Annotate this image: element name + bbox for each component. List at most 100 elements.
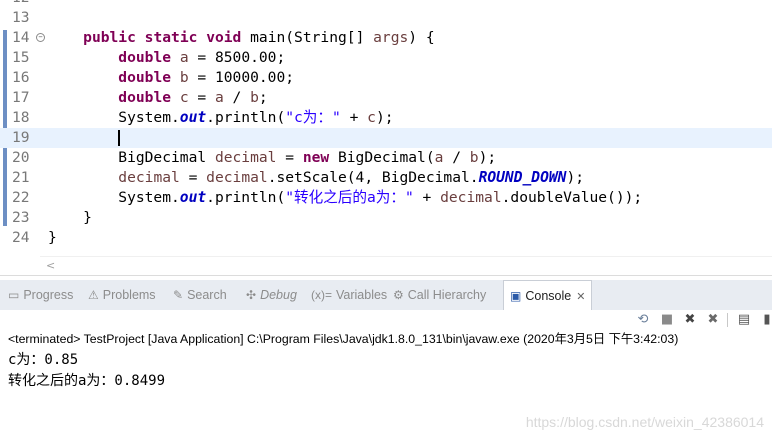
token-localvar: b: [469, 149, 479, 166]
console-output-line: c为：0.85: [8, 352, 79, 368]
code-line[interactable]: 12: [0, 0, 772, 8]
fold-toggle-icon[interactable]: −: [36, 33, 45, 42]
code-line[interactable]: 17 double c = a / b;: [0, 88, 772, 108]
token-localvar: decimal: [206, 169, 268, 186]
token-localvar: a: [179, 49, 189, 66]
tab-search[interactable]: ✎ Search: [173, 280, 227, 310]
token-localvar: decimal: [440, 189, 502, 206]
token-localvar: args: [373, 29, 409, 46]
line-number: 18: [12, 109, 30, 126]
code-text[interactable]: }: [48, 228, 57, 248]
editor-horizontal-scrollbar[interactable]: <: [40, 256, 772, 275]
console-icon: ▣: [510, 289, 522, 303]
code-text[interactable]: }: [48, 208, 92, 228]
token-localvar: decimal: [214, 149, 277, 166]
line-number: 17: [12, 89, 30, 106]
code-line[interactable]: 15 double a = 8500.00;: [0, 48, 772, 68]
token: );: [566, 169, 585, 186]
terminate-icon[interactable]: ■: [658, 311, 676, 329]
clear-console-icon[interactable]: ▤: [735, 311, 753, 329]
code-line[interactable]: 19: [0, 128, 772, 148]
tab-debug[interactable]: ✣ Debug: [246, 280, 297, 310]
tab-progress[interactable]: ▭ Progress: [8, 280, 73, 310]
code-line[interactable]: 22 System.out.println("转化之后的a为：" + decim…: [0, 188, 772, 208]
tab-call-hierarchy[interactable]: ⚙ Call Hierarchy: [393, 280, 486, 310]
token: =: [276, 149, 303, 166]
debug-icon: ✣: [246, 288, 257, 302]
code-text[interactable]: [48, 128, 120, 148]
line-number: 12: [12, 0, 38, 8]
code-line[interactable]: 20 BigDecimal decimal = new BigDecimal(a…: [0, 148, 772, 168]
tab-problems[interactable]: ⚠ Problems: [88, 280, 156, 310]
code-lines[interactable]: 1213 14− public static void main(String[]…: [0, 0, 772, 248]
remove-launch-icon[interactable]: ✖: [681, 311, 699, 329]
code-line[interactable]: 16 double b = 10000.00;: [0, 68, 772, 88]
call-hierarchy-icon: ⚙: [393, 288, 404, 302]
line-number: 13: [12, 9, 30, 26]
code-line[interactable]: 13: [0, 8, 772, 28]
token: /: [443, 149, 470, 166]
token-field: out: [179, 189, 207, 206]
code-editor[interactable]: 1213 14− public static void main(String[]…: [0, 0, 772, 276]
token: = 10000.00;: [188, 69, 295, 86]
token: ) {: [408, 29, 435, 46]
console-toolbar: ⟲ ■ ✖ ✖ ▤ ▮: [0, 310, 772, 330]
remove-all-terminated-icon[interactable]: ✖: [704, 311, 722, 329]
token: .println(: [206, 109, 286, 126]
token-kw: static: [144, 29, 198, 46]
token-field: ROUND_DOWN: [478, 169, 567, 186]
token-localvar: c: [179, 89, 189, 106]
code-text[interactable]: double c = a / b;: [48, 88, 268, 108]
disconnect-icon[interactable]: ⟲: [634, 311, 652, 329]
code-text[interactable]: System.out.println("c为：" + c);: [48, 108, 393, 128]
token: BigDecimal(: [329, 149, 435, 166]
search-icon: ✎: [173, 288, 184, 302]
console-output-line: 转化之后的a为：0.8499: [8, 373, 166, 389]
line-number: 20: [12, 149, 30, 166]
token: ;: [258, 89, 268, 106]
code-line[interactable]: 24}: [0, 228, 772, 248]
tab-label: Call Hierarchy: [407, 288, 487, 302]
token-kw: public: [83, 29, 136, 46]
code-line[interactable]: 21 decimal = decimal.setScale(4, BigDeci…: [0, 168, 772, 188]
code-text[interactable]: System.out.println("转化之后的a为：" + decimal.…: [48, 188, 642, 208]
token: +: [413, 189, 441, 206]
code-text[interactable]: BigDecimal decimal = new BigDecimal(a / …: [48, 148, 496, 168]
token: );: [478, 149, 497, 166]
code-text[interactable]: public static void main(String[] args) {: [48, 28, 435, 48]
tab-variables[interactable]: (x)= Variables: [311, 280, 387, 310]
token: BigDecimal: [48, 149, 215, 166]
code-line[interactable]: 14− public static void main(String[] arg…: [0, 28, 772, 48]
token-kw: new: [302, 149, 330, 166]
close-tab-icon[interactable]: ✕: [576, 291, 585, 303]
tab-label: Problems: [102, 288, 156, 302]
tab-label: Debug: [260, 288, 297, 302]
code-line[interactable]: 18 System.out.println("c为：" + c);: [0, 108, 772, 128]
token-localvar: decimal: [118, 169, 180, 186]
scroll-lock-icon[interactable]: ▮: [758, 311, 772, 329]
code-line[interactable]: 23 }: [0, 208, 772, 228]
token: }: [48, 209, 92, 226]
token-str: "c为：": [285, 109, 341, 126]
token-field: out: [179, 109, 207, 126]
token: =: [179, 169, 207, 186]
code-text[interactable]: decimal = decimal.setScale(4, BigDecimal…: [48, 168, 584, 188]
tab-label: Variables: [336, 288, 388, 302]
code-text[interactable]: double b = 10000.00;: [48, 68, 294, 88]
tab-console[interactable]: ▣ Console ✕: [503, 280, 593, 310]
code-text[interactable]: double a = 8500.00;: [48, 48, 285, 68]
token-localvar: b: [179, 69, 189, 86]
line-number: 24: [12, 229, 30, 246]
token: }: [48, 229, 57, 246]
scroll-left-icon[interactable]: <: [46, 257, 55, 275]
line-number: 19: [12, 129, 30, 146]
token-kw: void: [206, 29, 242, 46]
